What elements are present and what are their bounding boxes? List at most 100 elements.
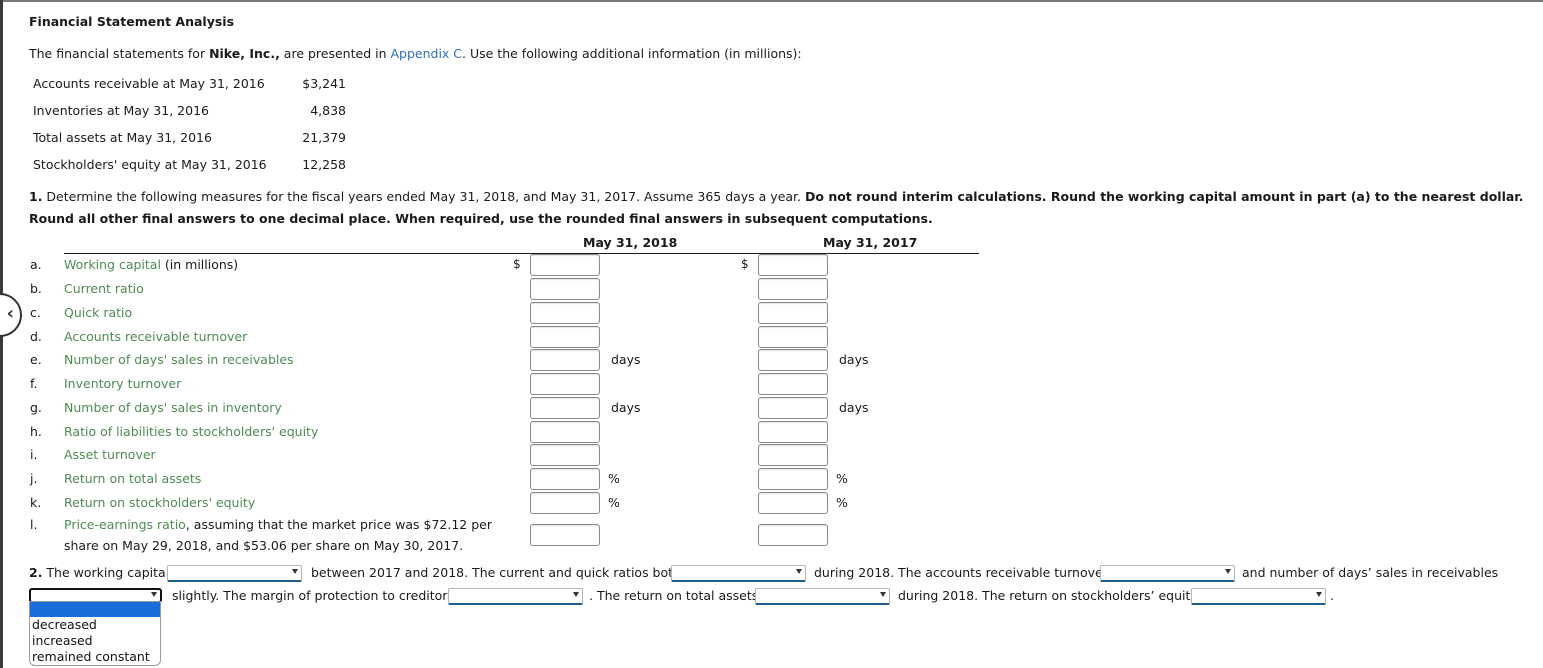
answer-input-2017[interactable] [758,373,828,395]
working-capital-change-select[interactable] [167,565,302,582]
question-number: 1. [29,189,43,204]
measure-label: Price-earnings ratio, assuming that the … [64,517,492,532]
previous-button[interactable]: ‹ [0,293,22,337]
measure-name: Accounts receivable turnover [64,329,248,344]
measure-name: Price-earnings ratio [64,517,186,532]
q2-num: 2. [29,565,43,580]
return-total-assets-select[interactable] [755,588,890,605]
ratios-change-select[interactable] [671,565,806,582]
margin-protection-select[interactable] [448,588,583,605]
page-title: Financial Statement Analysis [29,14,235,29]
unit-label-2017: % [836,471,848,486]
intro-suffix: . Use the following additional informati… [462,46,802,61]
answer-input-2018[interactable] [530,397,600,419]
answer-input-2018[interactable] [530,278,600,300]
company-name: Nike, Inc., [209,46,280,61]
row-letter: f. [30,376,38,391]
measure-label: Return on total assets [64,471,201,486]
answer-input-2018[interactable] [530,302,600,324]
info-label: Accounts receivable at May 31, 2016 [33,76,265,91]
answer-input-2017[interactable] [758,326,828,348]
header-rule [64,253,979,254]
answer-input-2018[interactable] [530,254,600,276]
q2-text-7: during 2018. The return on stockholders’… [898,588,1198,603]
measure-name: Inventory turnover [64,376,182,391]
q2-text-8: . [1330,588,1334,603]
measure-label: Number of days' sales in receivables [64,352,294,367]
measure-label: Accounts receivable turnover [64,329,247,344]
answer-input-2018[interactable] [530,421,600,443]
dropdown-option-increased[interactable]: increased [30,633,160,649]
answer-input-2018[interactable] [530,373,600,395]
intro-prefix: The financial statements for [29,46,210,61]
info-label: Total assets at May 31, 2016 [33,130,212,145]
unit-label-2017: days [839,400,869,415]
dropdown-option-remained-constant[interactable]: remained constant [30,649,160,665]
answer-input-2017[interactable] [758,421,828,443]
info-label: Inventories at May 31, 2016 [33,103,209,118]
answer-input-2017[interactable] [758,444,828,466]
measure-name: Number of days' sales in inventory [64,400,282,415]
ar-turnover-change-select[interactable] [1100,565,1235,582]
dropdown-option-blank[interactable] [30,602,160,617]
answer-input-2018[interactable] [530,349,600,371]
unit-label-2018: % [608,471,620,486]
answer-input-2017[interactable] [758,254,828,276]
chevron-left-icon: ‹ [6,303,14,324]
dollar-sign-2018: $ [513,257,521,271]
measure-label: Current ratio [64,281,144,296]
appendix-link[interactable]: Appendix C [390,46,462,61]
info-value: $3,241 [302,76,346,91]
measure-name: Asset turnover [64,447,156,462]
row-letter: d. [30,329,42,344]
measure-note-line2: share on May 29, 2018, and $53.06 per sh… [64,538,464,553]
measure-label: Working capital (in millions) [64,257,238,272]
dropdown-option-decreased[interactable]: decreased [30,617,160,633]
answer-input-2017[interactable] [758,302,828,324]
answer-input-2017[interactable] [758,397,828,419]
row-letter: i. [30,447,38,462]
row-letter: e. [30,352,42,367]
q2-text-1: The working capital [42,565,170,580]
answer-input-2017[interactable] [758,468,828,490]
row-letter: j. [30,471,38,486]
answer-input-2018[interactable] [530,492,600,514]
unit-label-2018: days [611,352,641,367]
q2-text-5: slightly. The margin of protection to cr… [172,588,454,603]
unit-label-2018: days [611,400,641,415]
window-top-border [0,0,1543,2]
answer-input-2017[interactable] [758,492,828,514]
info-value: 21,379 [302,130,346,145]
row-letter: b. [30,281,42,296]
answer-input-2017[interactable] [758,349,828,371]
row-letter: a. [30,257,42,272]
answer-input-2018[interactable] [530,524,600,546]
q2-text-2: between 2017 and 2018. The current and q… [311,565,681,580]
column-header-2018: May 31, 2018 [583,235,678,250]
answer-input-2018[interactable] [530,326,600,348]
dropdown-arrow-icon [880,592,886,597]
question-text: Determine the following measures for the… [42,189,805,204]
unit-label-2018: % [608,495,620,510]
q2-text-3: during 2018. The accounts receivable tur… [814,565,1108,580]
measure-label: Ratio of liabilities to stockholders' eq… [64,424,318,439]
dropdown-arrow-icon [292,569,298,574]
dropdown-arrow-icon [1225,569,1231,574]
intro-middle: are presented in [279,46,391,61]
answer-input-2018[interactable] [530,468,600,490]
answer-input-2017[interactable] [758,278,828,300]
row-letter: h. [30,424,42,439]
measure-note: , assuming that the market price was $72… [185,517,492,532]
dropdown-arrow-icon [573,592,579,597]
row-letter: l. [30,517,38,532]
dropdown-menu: decreased increased remained constant [29,601,161,666]
measure-note: (in millions) [160,257,239,272]
return-equity-select[interactable] [1191,588,1326,605]
question-1-instructions: 1. Determine the following measures for … [29,186,1539,230]
row-letter: k. [30,495,42,510]
intro-text: The financial statements for Nike, Inc.,… [29,46,802,61]
q2-text-6: . The return on total assets [589,588,759,603]
answer-input-2018[interactable] [530,444,600,466]
answer-input-2017[interactable] [758,524,828,546]
dropdown-arrow-icon [796,569,802,574]
